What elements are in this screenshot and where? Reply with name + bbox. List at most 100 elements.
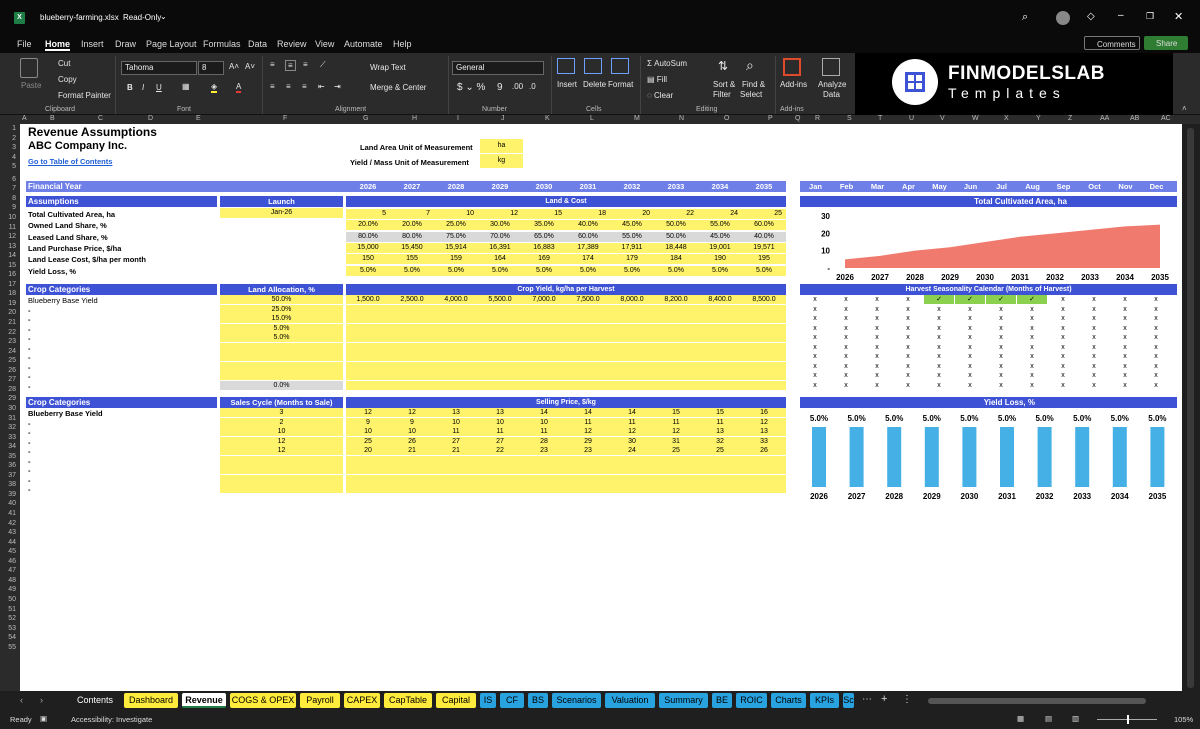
harvest-cell[interactable]: x [800,295,830,304]
row-header[interactable]: 51 [0,606,16,613]
font-size-select[interactable]: 8 [198,61,224,75]
avatar[interactable] [1056,11,1070,25]
row-header[interactable]: 18 [0,290,16,297]
row-header[interactable]: 34 [0,443,16,450]
launch-date-input[interactable]: Jan-26 [220,208,343,218]
row-header[interactable]: 10 [0,214,16,221]
close-icon[interactable]: ✕ [1174,10,1183,23]
selling-price-cell[interactable]: 26 [742,447,786,454]
assumption-cell[interactable]: 169 [522,255,566,262]
horizontal-scrollbar[interactable] [928,698,1146,704]
selling-price-cell[interactable]: 26 [390,438,434,445]
selling-price-cell[interactable]: 15 [654,409,698,416]
sheet-tab[interactable]: Capital [436,693,476,708]
harvest-cell[interactable]: x [1110,314,1140,323]
harvest-cell[interactable]: x [1048,305,1078,314]
harvest-cell[interactable]: x [862,352,892,361]
harvest-cell[interactable]: x [1141,314,1171,323]
land-allocation-cell[interactable] [220,352,343,362]
assumption-cell[interactable]: 30.0% [478,221,522,228]
harvest-cell[interactable]: x [1079,362,1109,371]
column-header[interactable]: D [148,115,153,122]
assumption-cell[interactable]: 17,389 [566,244,610,251]
assumption-cell[interactable]: 5.0% [698,267,742,274]
currency-icon[interactable]: $ ⌄ % [457,82,485,93]
harvest-cell[interactable]: x [893,314,923,323]
column-header[interactable]: E [196,115,201,122]
sheet-tab[interactable]: BE [712,693,732,708]
increase-font-icon[interactable]: A˄ [229,62,239,71]
row-header[interactable]: 11 [0,224,16,231]
analyze-data-button-2[interactable]: Data [823,90,840,99]
harvest-cell[interactable]: ✓ [986,295,1016,304]
assumption-cell[interactable]: 60.0% [742,221,786,228]
selling-price-cell[interactable]: 14 [610,409,654,416]
harvest-cell[interactable]: x [986,362,1016,371]
sales-cycle-cell[interactable]: 3 [220,408,343,417]
assumption-cell[interactable]: 15,914 [434,244,478,251]
clear-button[interactable]: ◌ Clear [647,91,673,100]
selling-price-cell[interactable]: 13 [434,409,478,416]
align-bottom-icon[interactable]: ≡ [303,60,308,69]
crop-yield-cell[interactable]: 7,500.0 [566,296,610,303]
harvest-cell[interactable]: ✓ [924,295,954,304]
column-header[interactable]: A [22,115,27,122]
sheet-tab[interactable]: Contents [70,693,120,708]
harvest-cell[interactable]: x [1048,362,1078,371]
column-header[interactable]: AB [1130,115,1139,122]
row-header[interactable]: 25 [0,357,16,364]
harvest-cell[interactable]: x [955,324,985,333]
selling-price-cell[interactable]: 14 [566,409,610,416]
decrease-font-icon[interactable]: A˅ [245,62,255,71]
increase-decimal-icon[interactable]: .00 [512,82,523,91]
menu-view[interactable]: View [315,39,334,49]
assumption-cell[interactable]: 5.0% [522,267,566,274]
harvest-cell[interactable]: x [1048,352,1078,361]
harvest-cell[interactable]: x [1079,381,1109,390]
land-allocation-cell[interactable]: 5.0% [220,333,343,343]
underline-button[interactable]: U [156,83,162,92]
assumption-cell[interactable]: 50.0% [654,221,698,228]
insert-cells-icon[interactable] [557,58,575,74]
comma-icon[interactable]: 9 [497,82,503,93]
assumption-cell[interactable]: 45.0% [698,233,742,240]
assumption-cell[interactable]: 60.0% [566,233,610,240]
column-header[interactable]: AA [1100,115,1109,122]
crop-yield-cell[interactable]: 1,500.0 [346,296,390,303]
harvest-cell[interactable]: x [893,371,923,380]
assumption-cell[interactable]: 17,911 [610,244,654,251]
land-allocation-cell[interactable]: 15.0% [220,314,343,324]
minimize-icon[interactable]: – [1118,10,1124,21]
selling-price-cell[interactable]: 11 [610,419,654,426]
column-header[interactable]: V [940,115,945,122]
harvest-cell[interactable]: x [1048,381,1078,390]
sales-cycle-cell[interactable] [220,455,343,465]
row-header[interactable]: 38 [0,481,16,488]
chevron-down-icon[interactable]: ⌄ [160,12,167,21]
selling-price-cell[interactable]: 11 [566,419,610,426]
page-layout-icon[interactable]: ▤ [1045,714,1052,723]
assumption-cell[interactable]: 15 [522,210,562,217]
selling-price-cell[interactable]: 25 [346,438,390,445]
harvest-cell[interactable]: x [1110,333,1140,342]
assumption-cell[interactable]: 19,571 [742,244,786,251]
sheet-tab[interactable]: BS [528,693,548,708]
harvest-cell[interactable]: x [924,314,954,323]
menu-help[interactable]: Help [393,39,412,49]
sheet-tab[interactable]: Summary [659,693,708,708]
column-header[interactable]: B [50,115,55,122]
harvest-cell[interactable]: x [1048,314,1078,323]
zoom-slider-handle[interactable] [1127,715,1129,724]
harvest-cell[interactable]: x [800,381,830,390]
harvest-cell[interactable]: x [800,362,830,371]
harvest-cell[interactable]: x [831,295,861,304]
column-header[interactable]: AC [1161,115,1171,122]
cut-button[interactable]: Cut [58,59,70,68]
assumption-cell[interactable]: 75.0% [434,233,478,240]
find-select-icon[interactable]: ⌕ [746,57,754,74]
column-header[interactable]: H [412,115,417,122]
harvest-cell[interactable]: x [1079,371,1109,380]
font-color-icon[interactable]: A [236,82,242,93]
search-icon[interactable]: ⌕ [1022,11,1028,24]
column-header[interactable]: Y [1036,115,1041,122]
